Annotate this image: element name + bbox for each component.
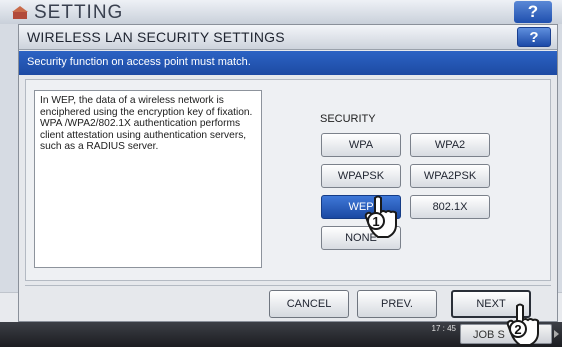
pointing-hand-icon: 2 [506,303,539,346]
background-help-button[interactable]: ? [514,1,552,23]
content-panel: In WEP, the data of a wireless network i… [25,79,551,281]
security-option-wpa2psk[interactable]: WPA2PSK [410,164,490,188]
screen: SETTING ? 17 : 45 JOB S WIRELESS LAN SEC… [0,0,562,347]
setting-logo-icon [12,6,28,19]
background-title: SETTING [34,2,124,23]
clock-time: 17 : 45 [431,324,456,333]
taskbar-arrow-icon[interactable] [554,330,559,338]
security-option-8021x[interactable]: 802.1X [410,195,490,219]
security-option-wpa[interactable]: WPA [321,133,401,157]
description-box: In WEP, the data of a wireless network i… [34,90,262,268]
wireless-security-dialog: WIRELESS LAN SECURITY SETTINGS ? Securit… [18,24,558,322]
dialog-title: WIRELESS LAN SECURITY SETTINGS [27,29,285,45]
prev-button[interactable]: PREV. [357,290,437,318]
cancel-button[interactable]: CANCEL [269,290,349,318]
info-banner: Security function on access point must m… [19,51,557,75]
background-header: SETTING ? [0,0,562,24]
security-option-wpa2[interactable]: WPA2 [410,133,490,157]
dialog-titlebar: WIRELESS LAN SECURITY SETTINGS ? [19,25,557,50]
taskbar-clock: 17 : 45 [412,324,456,333]
dialog-help-button[interactable]: ? [517,27,551,47]
callout-number-1: 1 [372,214,379,229]
banner-message: Security function on access point must m… [27,56,251,68]
footer-divider [25,285,551,286]
pointing-hand-icon: 1 [364,195,397,238]
callout-number-2: 2 [514,322,521,337]
security-label: SECURITY [320,113,376,125]
security-option-wpapsk[interactable]: WPAPSK [321,164,401,188]
